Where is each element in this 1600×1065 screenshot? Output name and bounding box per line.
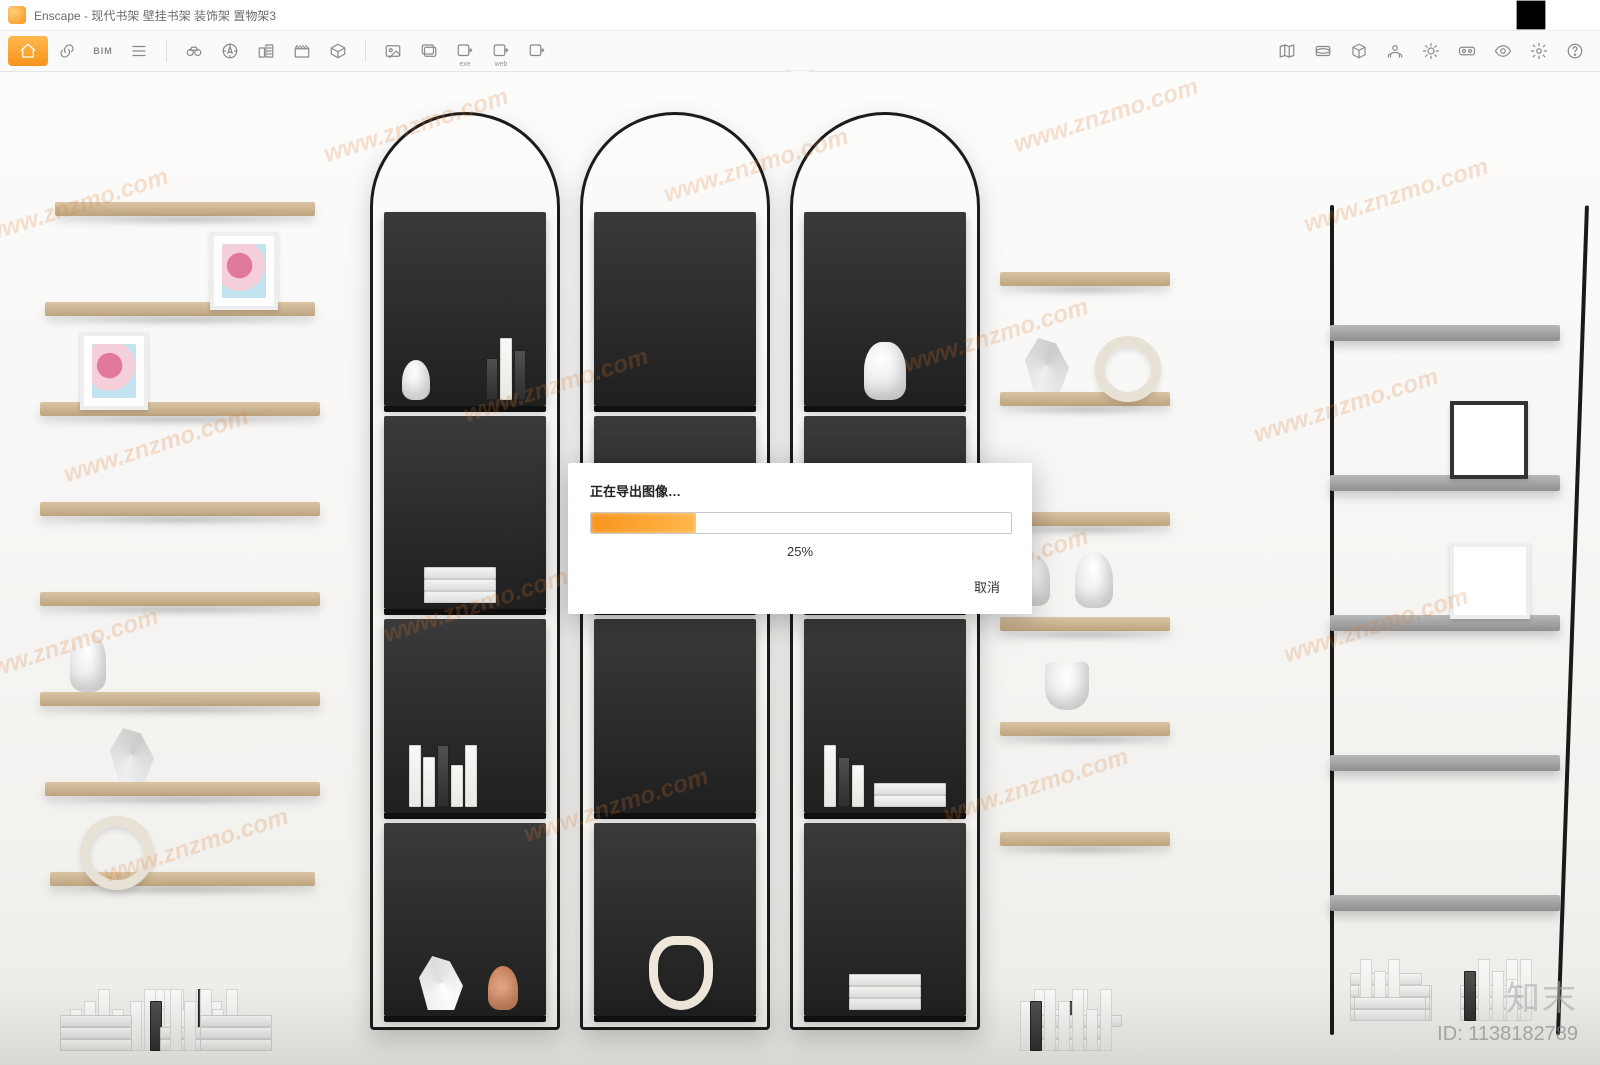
bim-info-button[interactable]: BIM <box>86 36 120 66</box>
cube-icon <box>1350 42 1368 60</box>
settings-button[interactable] <box>1522 36 1556 66</box>
toolbar-group-left: BIM <box>8 36 156 66</box>
dialog-backdrop: 正在导出图像… 25% 取消 <box>0 72 1600 1065</box>
export-icon <box>492 42 510 60</box>
video-path-button[interactable] <box>285 36 319 66</box>
export-icon <box>456 42 474 60</box>
map-button[interactable] <box>1270 36 1304 66</box>
toolbar-group-mid <box>177 36 355 66</box>
export-icon <box>528 42 546 60</box>
vr-button[interactable] <box>1450 36 1484 66</box>
stereo-panorama-button[interactable] <box>1342 36 1376 66</box>
sun-icon <box>1422 42 1440 60</box>
link-button[interactable] <box>50 36 84 66</box>
help-button[interactable] <box>1558 36 1592 66</box>
batch-render-button[interactable] <box>412 36 446 66</box>
progress-bar <box>590 512 1012 534</box>
menu-icon <box>130 42 148 60</box>
gear-icon <box>1530 42 1548 60</box>
vr-icon <box>1458 42 1476 60</box>
binoculars-icon <box>185 42 203 60</box>
image-icon <box>384 42 402 60</box>
box-icon <box>329 42 347 60</box>
binoculars-button[interactable] <box>177 36 211 66</box>
toolbar-group-export: exe web <box>376 36 554 66</box>
panorama-icon <box>1314 42 1332 60</box>
enscape-logo-icon <box>8 6 26 24</box>
collab-icon <box>1386 42 1404 60</box>
cancel-button[interactable]: 取消 <box>964 573 1010 600</box>
link-icon <box>58 42 76 60</box>
views-button[interactable] <box>213 36 247 66</box>
home-icon <box>19 42 37 60</box>
progress-percent-label: 25% <box>590 544 1010 559</box>
screenshot-button[interactable] <box>376 36 410 66</box>
app-root: Enscape - 现代书架 壁挂书架 装饰架 置物架3 BIM exe <box>0 0 1600 1065</box>
eye-icon <box>1494 42 1512 60</box>
toolbar-separator <box>166 40 167 62</box>
maximize-button[interactable] <box>1508 0 1554 30</box>
bim-icon: BIM <box>93 47 113 56</box>
collab-button[interactable] <box>1378 36 1412 66</box>
toolbar-separator <box>365 40 366 62</box>
image-multi-icon <box>420 42 438 60</box>
home-button[interactable] <box>8 36 48 66</box>
sun-button[interactable] <box>1414 36 1448 66</box>
dialog-title: 正在导出图像… <box>590 481 1010 500</box>
buildings-icon <box>257 42 275 60</box>
mono-panorama-button[interactable] <box>1306 36 1340 66</box>
object-library-button[interactable] <box>321 36 355 66</box>
visibility-button[interactable] <box>1486 36 1520 66</box>
export-exe-button[interactable]: exe <box>448 36 482 66</box>
clapper-icon <box>293 42 311 60</box>
toolbar-group-right <box>1270 36 1592 66</box>
map-icon <box>1278 42 1296 60</box>
export-web-button[interactable]: web <box>484 36 518 66</box>
export-progress-dialog: 正在导出图像… 25% 取消 <box>568 463 1032 614</box>
export-video-button[interactable] <box>520 36 554 66</box>
buildings-button[interactable] <box>249 36 283 66</box>
menu-button[interactable] <box>122 36 156 66</box>
help-icon <box>1566 42 1584 60</box>
compass-icon <box>221 42 239 60</box>
close-button[interactable] <box>1554 0 1600 30</box>
minimize-button[interactable] <box>1462 0 1508 30</box>
window-controls <box>1462 0 1600 30</box>
title-bar: Enscape - 现代书架 壁挂书架 装饰架 置物架3 <box>0 0 1600 31</box>
render-viewport[interactable]: www.znzmo.com www.znzmo.com www.znzmo.co… <box>0 72 1600 1065</box>
main-toolbar: BIM exe web <box>0 31 1600 72</box>
window-title: Enscape - 现代书架 壁挂书架 装饰架 置物架3 <box>34 7 1462 24</box>
progress-bar-fill <box>591 513 696 533</box>
